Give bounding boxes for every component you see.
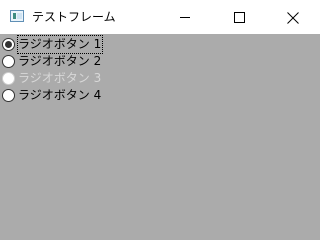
close-button[interactable] (270, 0, 316, 34)
radio-indicator[interactable] (2, 55, 15, 68)
app-window-icon[interactable] (10, 10, 24, 22)
app-icon-pane-right (17, 13, 22, 19)
radio-label: ラジオボタン 3 (18, 71, 102, 85)
maximize-button[interactable] (216, 0, 262, 34)
app-window: テストフレーム ラジオボタン 1 ラジオボタン 2 ラジオボタン 3 ラジオボタ… (0, 0, 320, 216)
close-icon (287, 12, 299, 24)
window-title: テストフレーム (32, 10, 116, 24)
radio-label[interactable]: ラジオボタン 1 (16, 35, 104, 54)
radio-label[interactable]: ラジオボタン 4 (18, 87, 101, 104)
title-bar[interactable]: テストフレーム (0, 0, 320, 34)
minimize-button[interactable] (162, 0, 208, 34)
radio-indicator[interactable] (2, 89, 15, 102)
radio-indicator[interactable] (2, 38, 15, 51)
client-area: ラジオボタン 1 ラジオボタン 2 ラジオボタン 3 ラジオボタン 4 (0, 34, 320, 216)
maximize-icon (234, 12, 245, 23)
radio-indicator (2, 72, 15, 85)
minimize-icon (180, 17, 190, 18)
radio-label[interactable]: ラジオボタン 2 (18, 53, 101, 70)
app-icon-pane-left (13, 13, 16, 19)
